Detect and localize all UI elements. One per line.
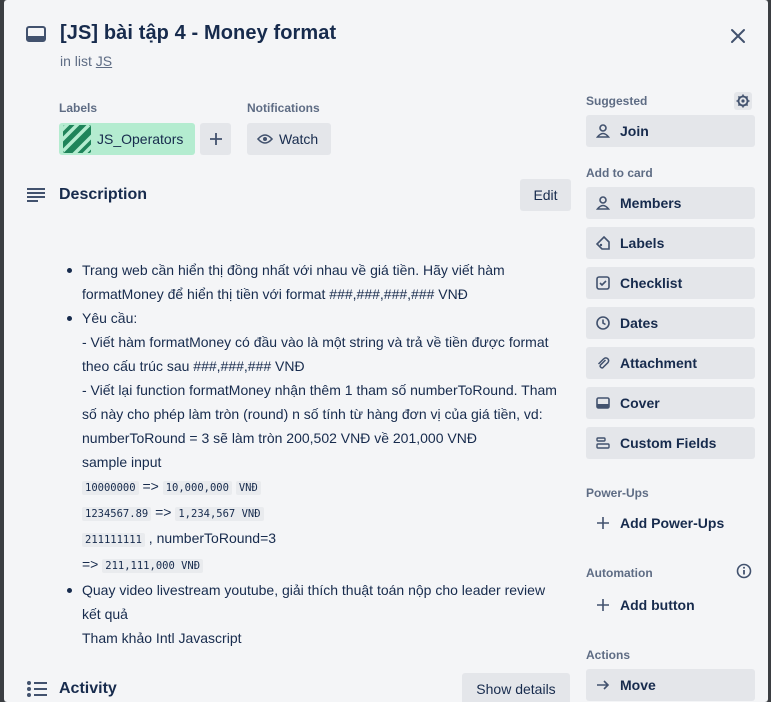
list-item: Quay video livestream youtube, giải thíc… [67, 578, 582, 650]
attachment-button[interactable]: Attachment [586, 347, 755, 379]
list-item: Trang web cần hiển thị đồng nhất với nha… [67, 258, 582, 306]
example-line: 211111111 , numberToRound=3 [82, 526, 582, 552]
code-snippet: 211111111 [82, 533, 145, 547]
watch-button[interactable]: Watch [247, 123, 331, 155]
activity-icon [27, 681, 47, 697]
person-icon [596, 196, 610, 210]
code-snippet: 10,000,000 [162, 481, 232, 495]
plus-icon [597, 599, 609, 611]
checklist-button[interactable]: Checklist [586, 267, 755, 299]
watch-label: Watch [279, 131, 319, 147]
code-snippet: VNĐ [235, 481, 261, 495]
bullet-dot [67, 268, 72, 273]
bullet-dot [67, 316, 72, 321]
add-button-button[interactable]: Add button [586, 589, 755, 621]
example-line: => 211,111,000 VNĐ [82, 552, 582, 578]
eye-icon [257, 134, 273, 144]
cover-icon [596, 397, 610, 409]
label-chip[interactable]: JS_Operators [59, 123, 195, 155]
card-icon [26, 26, 46, 42]
plus-icon [209, 133, 222, 145]
list-link[interactable]: JS [96, 53, 112, 69]
bullet-dot [67, 588, 72, 593]
clock-icon [596, 316, 610, 330]
cover-button[interactable]: Cover [586, 387, 755, 419]
gear-icon[interactable] [734, 92, 752, 110]
add-to-card-heading: Add to card [586, 166, 653, 180]
power-ups-heading: Power-Ups [586, 486, 649, 500]
example-line: 1234567.89 => 1,234,567 VNĐ [82, 500, 582, 526]
arrow-right-icon [597, 680, 610, 690]
labels-button[interactable]: Labels [586, 227, 755, 259]
person-icon [596, 124, 610, 138]
edit-description-button[interactable]: Edit [520, 179, 571, 211]
checkbox-icon [596, 276, 610, 290]
automation-heading: Automation [586, 566, 653, 580]
add-power-ups-button[interactable]: Add Power-Ups [586, 507, 755, 539]
tag-icon [596, 236, 610, 250]
add-label-button[interactable] [200, 123, 231, 155]
move-button[interactable]: Move [586, 669, 755, 701]
labels-heading: Labels [59, 101, 98, 115]
example-line: 10000000 => 10,000,000 VNĐ [82, 474, 582, 500]
description-icon [27, 188, 45, 202]
code-snippet: 211,111,000 VNĐ [102, 559, 204, 573]
notifications-heading: Notifications [247, 101, 320, 115]
label-pattern-icon [63, 125, 91, 153]
paperclip-icon [597, 357, 610, 369]
card-title[interactable]: [JS] bài tập 4 - Money format [60, 22, 336, 45]
description-content: Trang web cần hiển thị đồng nhất với nha… [67, 258, 582, 650]
join-button[interactable]: Join [586, 115, 755, 147]
custom-fields-icon [596, 437, 610, 449]
close-icon[interactable] [726, 24, 750, 48]
code-snippet: 1,234,567 VNĐ [175, 507, 264, 521]
code-snippet: 1234567.89 [82, 507, 152, 521]
suggested-heading: Suggested [586, 94, 648, 108]
label-text: JS_Operators [97, 131, 184, 147]
plus-icon [597, 517, 609, 529]
custom-fields-button[interactable]: Custom Fields [586, 427, 755, 459]
members-button[interactable]: Members [586, 187, 755, 219]
code-snippet: 10000000 [82, 481, 139, 495]
activity-heading: Activity [59, 680, 117, 697]
actions-heading: Actions [586, 648, 631, 662]
info-icon[interactable] [736, 563, 752, 579]
show-details-button[interactable]: Show details [462, 673, 570, 702]
in-list-text: in list JS [60, 53, 113, 69]
card-detail-dialog: [JS] bài tập 4 - Money format in list JS… [4, 0, 768, 702]
list-item: Yêu cầu: - Viết hàm formatMoney có đầu v… [67, 306, 582, 578]
dates-button[interactable]: Dates [586, 307, 755, 339]
description-heading: Description [59, 186, 148, 203]
